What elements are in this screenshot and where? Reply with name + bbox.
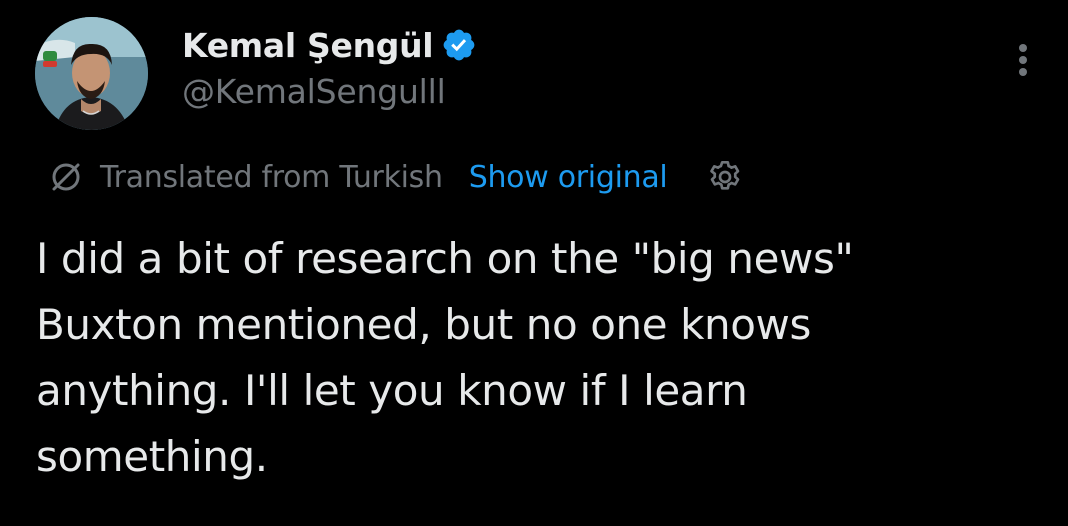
tweet-text: I did a bit of research on the "big news…	[36, 226, 1036, 490]
display-name[interactable]: Kemal Şengül	[182, 26, 434, 65]
more-dot-icon	[1019, 44, 1027, 52]
author-info: Kemal Şengül @KemalSengulll	[182, 22, 477, 111]
tweet-text-line: Buxton mentioned, but no one knows	[36, 300, 811, 349]
more-options-button[interactable]	[1015, 44, 1031, 80]
name-row: Kemal Şengül	[182, 22, 477, 68]
tweet-text-line: something.	[36, 432, 268, 481]
avatar-image	[35, 17, 148, 130]
verified-badge-icon	[441, 27, 477, 63]
user-handle[interactable]: @KemalSengulll	[182, 72, 477, 111]
show-original-link[interactable]: Show original	[469, 160, 668, 195]
gear-icon[interactable]	[705, 157, 745, 197]
translate-icon	[48, 159, 84, 195]
tweet: Kemal Şengül @KemalSengulll Translated f…	[0, 0, 1068, 526]
avatar[interactable]	[35, 17, 148, 130]
more-dot-icon	[1019, 68, 1027, 76]
tweet-text-line: I did a bit of research on the "big news…	[36, 234, 854, 283]
translated-label: Translated from Turkish	[100, 159, 443, 195]
tweet-text-line: anything. I'll let you know if I learn	[36, 366, 748, 415]
translation-bar: Translated from Turkish Show original	[48, 155, 745, 199]
more-dot-icon	[1019, 56, 1027, 64]
